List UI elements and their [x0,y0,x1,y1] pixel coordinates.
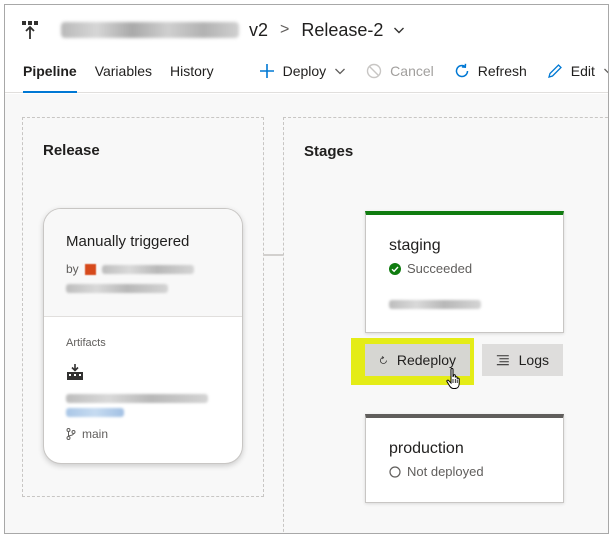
deploy-button[interactable]: Deploy [249,49,357,93]
logs-label: Logs [518,352,549,368]
pipeline-canvas: Release Manually triggered by Artifacts [5,94,608,533]
plus-icon [259,63,274,78]
stages-panel-title: Stages [304,143,354,160]
stage-status-label: Not deployed [407,464,484,479]
logs-button[interactable]: Logs [482,344,563,376]
user-name-blurred [101,264,194,274]
empty-circle-icon [389,465,401,478]
triggered-by: by [66,262,242,276]
build-artifact-icon [67,364,83,380]
release-card[interactable]: Manually triggered by Artifacts main [43,208,243,464]
pipeline-name-blurred[interactable] [61,22,239,38]
by-prefix: by [66,262,79,276]
pencil-icon [547,63,562,78]
artifact-branch: main [66,427,242,441]
logs-icon [496,355,509,366]
avatar [84,263,96,275]
breadcrumb-separator: > [280,21,290,38]
redeploy-label: Redeploy [396,352,456,368]
tab-label: Variables [94,62,153,79]
artifact-version-blurred[interactable] [66,408,124,417]
check-circle-icon [389,262,401,275]
chevron-down-icon [603,68,608,73]
cancel-label: Cancel [390,62,434,79]
tab-pipeline[interactable]: Pipeline [5,49,86,93]
stage-name: staging [389,237,441,254]
release-name[interactable]: Release-2 [301,20,383,41]
redeploy-icon [380,355,387,364]
tabs-toolbar-row: Pipeline Variables History Deploy Cancel [5,49,608,93]
release-trigger-section: Manually triggered by [44,209,242,317]
release-panel-title: Release [43,142,100,159]
release-window: v2 > Release-2 Pipeline Variables Histor… [4,4,609,534]
stage-card-production[interactable]: production Not deployed [365,414,564,503]
trigger-label: Manually triggered [66,233,190,250]
cancel-button[interactable]: Cancel [356,49,444,93]
tab-label: History [170,62,214,79]
stage-status: Not deployed [389,464,563,479]
artifacts-section: Artifacts main [44,317,242,441]
stage-name: production [389,440,464,457]
cancel-icon [366,63,382,78]
artifact-name-blurred[interactable] [66,394,208,403]
edit-label: Edit [570,62,595,79]
pipeline-version: v2 [249,19,269,40]
stage-status: Succeeded [389,261,563,276]
deploy-label: Deploy [282,62,327,79]
branch-icon [66,428,76,440]
trigger-date-blurred [66,284,168,293]
edit-button[interactable]: Edit [537,49,608,93]
branch-name: main [82,427,109,441]
release-stage-connector [263,254,285,256]
stage-status-label: Succeeded [407,261,473,276]
artifacts-label: Artifacts [66,337,106,349]
tab-variables[interactable]: Variables [86,49,161,93]
chevron-down-icon[interactable] [393,24,405,36]
stage-date-blurred [389,300,481,309]
breadcrumb: v2 > Release-2 [21,17,405,43]
stage-card-staging[interactable]: staging Succeeded [365,211,564,333]
hand-pointer-icon [446,368,460,389]
chevron-down-icon [335,68,346,74]
tab-history[interactable]: History [161,49,223,93]
refresh-button[interactable]: Refresh [444,49,537,93]
release-pipeline-icon [22,21,38,39]
tab-label: Pipeline [23,62,77,79]
refresh-label: Refresh [477,62,527,79]
refresh-icon [455,63,469,77]
